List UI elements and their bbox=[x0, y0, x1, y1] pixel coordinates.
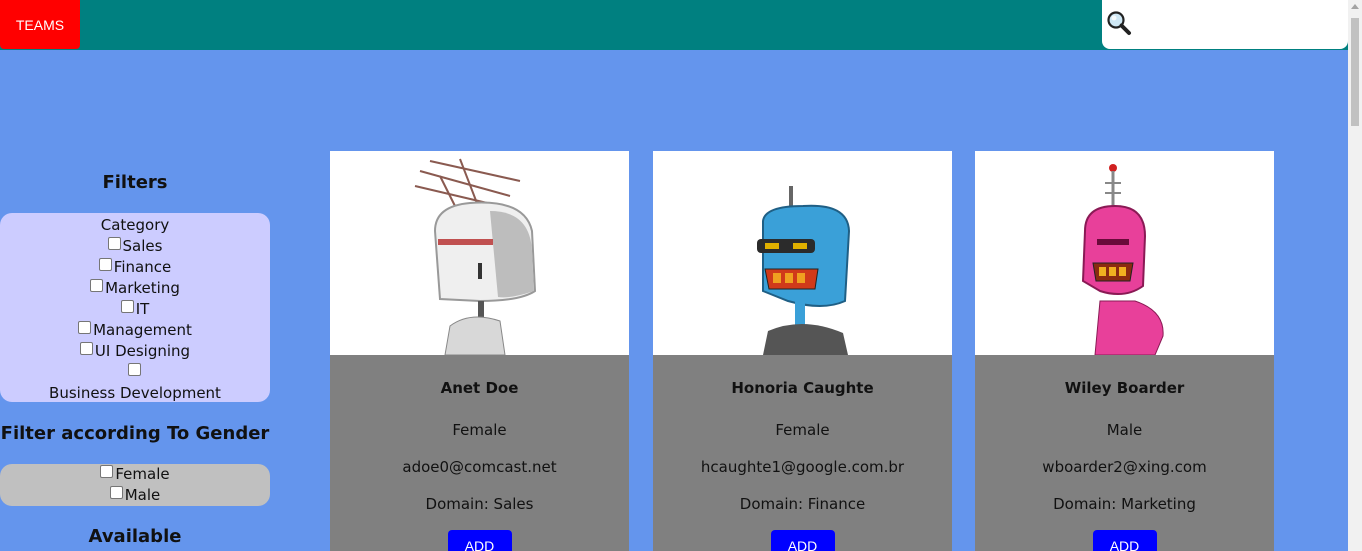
category-option-business-development-checkbox-row bbox=[0, 362, 270, 383]
search-box bbox=[1102, 0, 1348, 49]
user-card: Honoria Caughte Female hcaughte1@google.… bbox=[653, 151, 952, 551]
category-option-marketing: Marketing bbox=[0, 278, 270, 299]
category-option-management: Management bbox=[0, 320, 270, 341]
search-icon[interactable] bbox=[1104, 8, 1134, 38]
category-label: Finance bbox=[113, 258, 172, 276]
finance-checkbox[interactable] bbox=[98, 258, 112, 271]
female-checkbox[interactable] bbox=[100, 465, 114, 478]
user-card: Anet Doe Female adoe0@comcast.net Domain… bbox=[330, 151, 629, 551]
card-email: hcaughte1@google.com.br bbox=[700, 458, 905, 476]
marketing-checkbox[interactable] bbox=[90, 279, 104, 292]
scroll-up-arrow-icon[interactable] bbox=[1351, 4, 1359, 9]
user-avatar bbox=[330, 151, 629, 355]
category-option-it: IT bbox=[0, 299, 270, 320]
card-gender: Female bbox=[452, 421, 507, 439]
robot-avatar-icon bbox=[757, 186, 851, 355]
card-name: Honoria Caughte bbox=[731, 379, 874, 397]
search-input[interactable] bbox=[1138, 10, 1338, 38]
category-title: Category bbox=[100, 216, 170, 234]
gender-filter-box: Female Male bbox=[0, 464, 270, 506]
gender-filter-title: Filter according To Gender bbox=[0, 423, 270, 444]
robot-avatar-icon bbox=[414, 158, 537, 355]
card-domain: Domain: Marketing bbox=[1053, 495, 1196, 513]
add-button[interactable]: ADD bbox=[1092, 530, 1157, 551]
sales-checkbox[interactable] bbox=[107, 237, 121, 250]
category-option-sales: Sales bbox=[0, 236, 270, 257]
teams-button[interactable]: TEAMS bbox=[0, 0, 80, 49]
user-avatar bbox=[975, 151, 1274, 355]
page-scrollbar[interactable] bbox=[1348, 0, 1362, 551]
user-avatar bbox=[653, 151, 952, 355]
add-button[interactable]: ADD bbox=[447, 530, 512, 551]
category-option-finance: Finance bbox=[0, 257, 270, 278]
user-card: Wiley Boarder Male wboarder2@xing.com Do… bbox=[975, 151, 1274, 551]
gender-label: Female bbox=[115, 465, 170, 483]
card-name: Anet Doe bbox=[440, 379, 519, 397]
management-checkbox[interactable] bbox=[78, 321, 92, 334]
gender-label: Male bbox=[124, 486, 161, 504]
gender-option-female: Female bbox=[0, 464, 270, 485]
business-development-checkbox[interactable] bbox=[127, 363, 141, 376]
it-checkbox[interactable] bbox=[120, 300, 134, 313]
ui-designing-checkbox[interactable] bbox=[79, 342, 93, 355]
category-label-business-development: Business Development bbox=[49, 384, 221, 402]
robot-avatar-icon bbox=[1081, 164, 1164, 355]
add-button[interactable]: ADD bbox=[770, 530, 835, 551]
category-label: Sales bbox=[122, 237, 163, 255]
filters-sidebar: Filters Category Sales Finance Marketing… bbox=[0, 170, 270, 550]
category-label: IT bbox=[135, 300, 150, 318]
filters-title: Filters bbox=[102, 172, 168, 193]
gender-option-male: Male bbox=[0, 485, 270, 506]
category-label: Marketing bbox=[105, 279, 180, 297]
category-option-ui-designing: UI Designing bbox=[0, 341, 270, 362]
card-name: Wiley Boarder bbox=[1064, 379, 1185, 397]
card-gender: Male bbox=[1106, 421, 1143, 439]
category-filter-box: Category Sales Finance Marketing IT Mana… bbox=[0, 213, 270, 402]
card-domain: Domain: Sales bbox=[425, 495, 534, 513]
category-label: UI Designing bbox=[94, 342, 191, 360]
card-domain: Domain: Finance bbox=[739, 495, 866, 513]
scrollbar-thumb[interactable] bbox=[1351, 18, 1359, 126]
male-checkbox[interactable] bbox=[109, 486, 123, 499]
category-label: Management bbox=[93, 321, 192, 339]
card-email: adoe0@comcast.net bbox=[402, 458, 557, 476]
card-gender: Female bbox=[775, 421, 830, 439]
card-email: wboarder2@xing.com bbox=[1042, 458, 1207, 476]
available-filter-title: Available bbox=[88, 526, 182, 547]
